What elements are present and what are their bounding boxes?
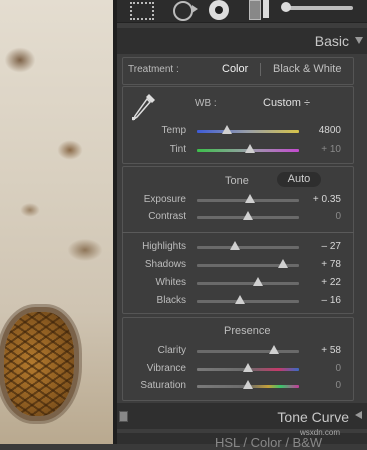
highlights-value[interactable]: – 27: [301, 241, 341, 252]
tint-label: Tint: [169, 144, 186, 155]
white-balance-dropper-icon[interactable]: [131, 92, 157, 122]
temp-value[interactable]: 4800: [301, 125, 341, 136]
hsl-title: HSL / Color / B&W: [215, 435, 323, 450]
temp-slider-thumb[interactable]: [222, 125, 232, 134]
adjustment-brush-icon[interactable]: [281, 2, 353, 12]
treatment-bw-option[interactable]: Black & White: [273, 63, 341, 75]
expand-triangle-icon[interactable]: [355, 411, 362, 419]
graduated-filter-icon[interactable]: [249, 0, 261, 20]
treatment-color-option[interactable]: Color: [222, 63, 248, 75]
contrast-slider-thumb[interactable]: [243, 211, 253, 220]
temp-label: Temp: [161, 125, 186, 136]
presence-label: Presence: [224, 325, 271, 337]
saturation-slider-thumb[interactable]: [243, 380, 253, 389]
contrast-label: Contrast: [148, 211, 186, 222]
photo-detail: [4, 312, 74, 416]
vibrance-value[interactable]: 0: [301, 363, 341, 374]
tone-curve-header[interactable]: Tone Curve: [117, 403, 367, 429]
blacks-slider[interactable]: [197, 300, 299, 303]
blacks-value[interactable]: – 16: [301, 295, 341, 306]
vibrance-label: Vibrance: [146, 363, 186, 374]
whites-slider[interactable]: [197, 282, 299, 285]
tint-slider-thumb[interactable]: [245, 144, 255, 153]
temp-slider[interactable]: [197, 130, 299, 133]
treatment-label: Treatment :: [128, 64, 179, 75]
exposure-label: Exposure: [143, 194, 186, 205]
blacks-label: Blacks: [156, 295, 186, 306]
basic-header[interactable]: Basic: [117, 28, 367, 54]
whites-slider-thumb[interactable]: [253, 277, 263, 286]
basic-title: Basic: [314, 33, 349, 49]
highlights-slider-thumb[interactable]: [230, 241, 240, 250]
tone-curve-title: Tone Curve: [277, 409, 349, 425]
tool-strip: [117, 0, 367, 23]
graduated-filter-handle-icon: [263, 0, 269, 18]
blacks-slider-thumb[interactable]: [235, 295, 245, 304]
auto-tone-button[interactable]: Auto: [277, 172, 321, 187]
tone-separator: [122, 232, 354, 233]
watermark: wsxdn.com: [300, 428, 341, 437]
clarity-slider[interactable]: [197, 350, 299, 353]
exposure-value[interactable]: + 0.35: [301, 194, 341, 205]
clarity-value[interactable]: + 58: [301, 345, 341, 356]
exposure-slider-thumb[interactable]: [245, 194, 255, 203]
shadows-label: Shadows: [144, 259, 186, 270]
red-eye-icon[interactable]: [209, 0, 229, 20]
highlights-label: Highlights: [142, 241, 186, 252]
wb-dropdown[interactable]: Custom ÷: [263, 97, 310, 109]
wb-label: WB :: [195, 98, 217, 109]
crop-icon[interactable]: [130, 2, 154, 20]
spot-removal-icon[interactable]: [173, 1, 193, 21]
clarity-slider-thumb[interactable]: [269, 345, 279, 354]
whites-label: Whites: [155, 277, 186, 288]
contrast-value[interactable]: 0: [301, 211, 341, 222]
tone-label: Tone: [225, 175, 249, 187]
tint-value[interactable]: + 10: [301, 144, 341, 155]
panel-switch-icon[interactable]: [119, 411, 128, 422]
highlights-slider[interactable]: [197, 246, 299, 249]
develop-right-panel: Basic Treatment : Color Black & White WB…: [117, 0, 367, 450]
photo-preview: [0, 0, 113, 444]
spot-arrow-icon: [192, 5, 198, 13]
vibrance-slider-thumb[interactable]: [243, 363, 253, 372]
shadows-slider-thumb[interactable]: [278, 259, 288, 268]
saturation-value[interactable]: 0: [301, 380, 341, 391]
collapse-triangle-icon[interactable]: [355, 37, 363, 44]
clarity-label: Clarity: [157, 345, 186, 356]
whites-value[interactable]: + 22: [301, 277, 341, 288]
saturation-label: Saturation: [140, 380, 186, 391]
shadows-value[interactable]: + 78: [301, 259, 341, 270]
treatment-separator: [260, 63, 261, 76]
tone-box: [122, 166, 354, 314]
